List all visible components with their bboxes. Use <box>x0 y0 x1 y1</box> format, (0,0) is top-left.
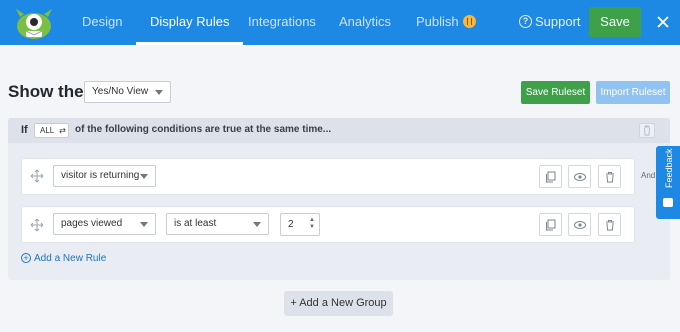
preview-rule-button[interactable] <box>568 213 591 236</box>
tab-analytics[interactable]: Analytics <box>339 0 391 45</box>
match-all-select[interactable]: ALL ⇄ <box>34 123 69 138</box>
duplicate-icon <box>546 219 556 231</box>
delete-rule-button[interactable] <box>598 213 621 236</box>
trash-icon <box>606 172 614 183</box>
plus-circle-icon: + <box>21 253 31 263</box>
tab-publish-label: Publish <box>416 14 459 29</box>
rule-field-select[interactable]: visitor is returning <box>53 165 156 187</box>
if-label: If <box>21 124 28 136</box>
duplicate-rule-button[interactable] <box>539 165 562 188</box>
support-question-icon: ? <box>519 15 532 29</box>
delete-group-button[interactable] <box>639 123 655 138</box>
add-new-rule-link[interactable]: + Add a New Rule <box>21 253 106 264</box>
rule-field-select[interactable]: pages viewed <box>53 213 156 235</box>
trash-icon <box>606 220 614 231</box>
view-select-value: Yes/No View <box>92 86 149 97</box>
stepper-arrows-icon[interactable]: ▲ ▼ <box>309 217 315 231</box>
rule-value-stepper[interactable]: 2 ▲ ▼ <box>280 213 320 236</box>
optinmonster-logo-icon[interactable] <box>12 4 56 42</box>
match-all-value: ALL <box>40 126 54 135</box>
feedback-chat-icon <box>663 198 673 207</box>
support-label: Support <box>535 14 581 29</box>
preview-rule-button[interactable] <box>568 165 591 188</box>
trash-icon <box>644 125 650 136</box>
tab-publish[interactable]: Publish <box>416 0 476 45</box>
add-new-group-button[interactable]: + Add a New Group <box>284 291 393 316</box>
chevron-down-icon <box>140 222 148 227</box>
show-the-label: Show the <box>8 82 84 101</box>
eye-icon <box>574 173 586 181</box>
feedback-label: Feedback <box>664 148 674 188</box>
duplicate-rule-button[interactable] <box>539 213 562 236</box>
swap-icon: ⇄ <box>59 126 66 135</box>
save-button[interactable]: Save <box>589 7 641 37</box>
condition-description: of the following conditions are true at … <box>75 124 332 135</box>
chevron-down-icon <box>155 90 163 95</box>
rule-value: 2 <box>288 219 294 230</box>
top-navigation-bar: Design Display Rules Integrations Analyt… <box>0 0 680 45</box>
tab-display-rules[interactable]: Display Rules <box>135 0 245 45</box>
view-select[interactable]: Yes/No View <box>84 81 171 103</box>
delete-rule-button[interactable] <box>598 165 621 188</box>
and-label: And <box>641 171 656 180</box>
tab-design[interactable]: Design <box>82 0 122 45</box>
import-ruleset-button[interactable]: Import Ruleset <box>596 81 670 104</box>
drag-handle-icon[interactable] <box>30 218 44 232</box>
rule-operator-select[interactable]: is at least <box>166 213 269 235</box>
rule-field-value: visitor is returning <box>61 170 140 181</box>
chevron-down-icon <box>140 174 148 179</box>
tab-integrations[interactable]: Integrations <box>248 0 316 45</box>
add-new-rule-label: Add a New Rule <box>34 253 107 264</box>
duplicate-icon <box>546 171 556 183</box>
drag-handle-icon[interactable] <box>30 169 44 183</box>
support-link[interactable]: ? Support <box>519 0 581 45</box>
pause-badge-icon <box>462 15 476 29</box>
rule-field-value: pages viewed <box>61 218 123 229</box>
save-ruleset-button[interactable]: Save Ruleset <box>521 81 590 104</box>
eye-icon <box>574 221 586 229</box>
rule-operator-value: is at least <box>174 218 217 229</box>
close-icon[interactable] <box>654 12 672 32</box>
chevron-down-icon <box>253 222 261 227</box>
